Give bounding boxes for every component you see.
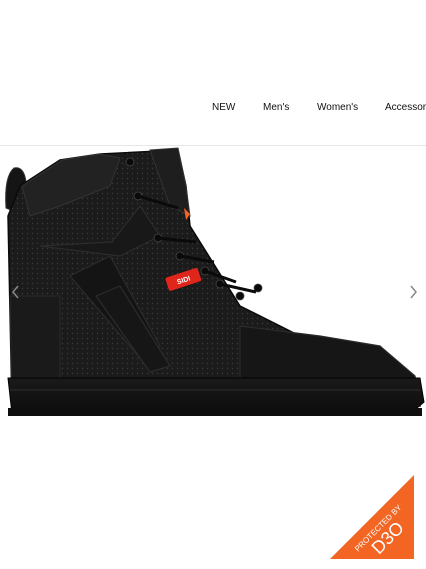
carousel-next-button[interactable]: [407, 284, 419, 300]
nav-item-mens[interactable]: Men's: [263, 102, 289, 113]
nav-item-accessories[interactable]: Accessor: [385, 102, 426, 113]
chevron-right-icon: [410, 285, 417, 299]
nav-item-womens[interactable]: Women's: [317, 102, 358, 113]
carousel-prev-button[interactable]: [10, 284, 22, 300]
d3o-protection-badge: PROTECTED BY D3O: [330, 475, 414, 559]
chevron-left-icon: [12, 285, 19, 299]
nav-item-new[interactable]: NEW: [212, 102, 235, 113]
top-navigation: NEW Men's Women's Accessor: [0, 96, 426, 122]
